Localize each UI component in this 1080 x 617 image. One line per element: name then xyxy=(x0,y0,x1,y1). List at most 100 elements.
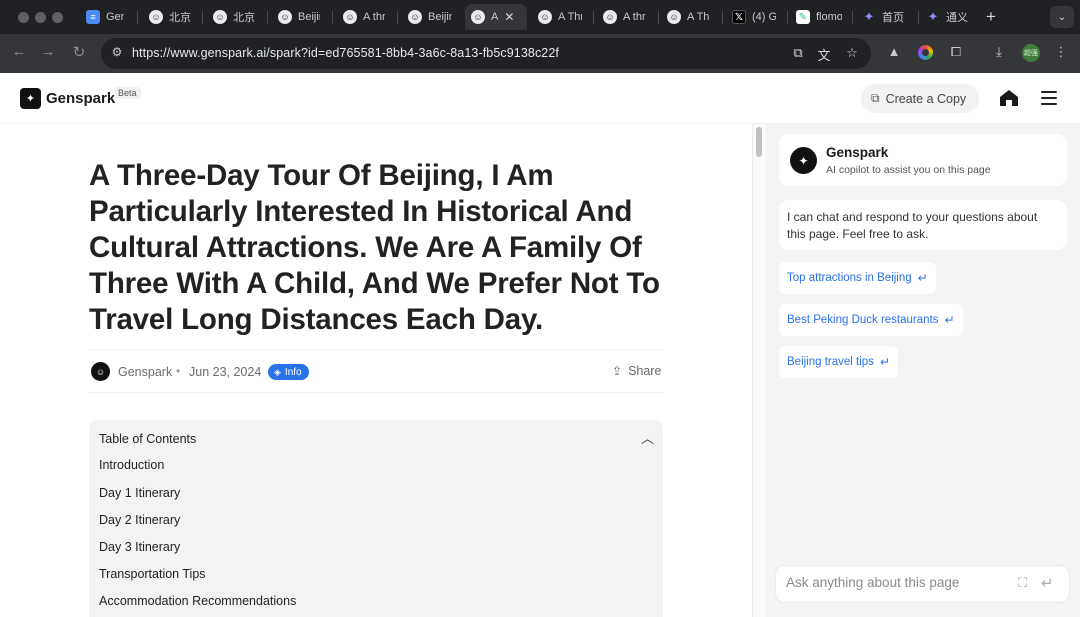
x-icon: 𝕏 xyxy=(732,10,746,24)
browser-tab-strip: ≡ Gens ☺ 北京三 ☺ 北京三 ☺ Beijin ☺ A thre ☺ B… xyxy=(0,0,1080,34)
genspark-icon: ☺ xyxy=(667,10,681,24)
info-badge[interactable]: ◈ Info xyxy=(268,364,309,380)
extension-triangle-icon[interactable]: ▲ xyxy=(885,44,903,59)
forward-arrow-icon[interactable]: → xyxy=(38,43,58,60)
copilot-message: I can chat and respond to your questions… xyxy=(779,200,1067,250)
scrollbar-thumb[interactable] xyxy=(756,127,762,157)
genspark-icon: ☺ xyxy=(278,10,292,24)
ask-input-box: ⛶ ↵ xyxy=(775,565,1070,603)
share-icon: ⇪ xyxy=(612,364,623,378)
browser-tab[interactable]: ☺ Beijin xyxy=(402,4,458,30)
bookmark-star-icon[interactable]: ☆ xyxy=(843,45,861,61)
address-bar[interactable]: ⚙ https://www.genspark.ai/spark?id=ed765… xyxy=(101,38,871,69)
tab-title: A thre xyxy=(363,11,385,23)
suggestion-chip[interactable]: Beijing travel tips ↵ xyxy=(779,346,898,378)
share-button[interactable]: ⇪ Share xyxy=(612,364,661,378)
browser-tab[interactable]: ☺ Beijin xyxy=(272,4,326,30)
site-settings-icon[interactable]: ⚙ xyxy=(109,45,125,61)
window-close-button[interactable] xyxy=(18,12,29,23)
suggestion-label: Top attractions in Beijing xyxy=(787,272,912,284)
tab-title: A thr xyxy=(623,11,646,23)
suggestion-label: Best Peking Duck restaurants xyxy=(787,314,939,326)
toc-item[interactable]: Day 1 Itinerary xyxy=(99,486,180,500)
browser-tab[interactable]: ☺ A thre xyxy=(337,4,391,30)
copy-icon: ⧉ xyxy=(871,91,880,105)
browser-tab-active[interactable]: ☺ A ✕ xyxy=(465,4,527,30)
suggestion-label: Beijing travel tips xyxy=(787,356,874,368)
info-badge-label: Info xyxy=(284,366,302,378)
browser-tab[interactable]: ✦ 通义 xyxy=(920,4,978,30)
tab-title: 通义 xyxy=(946,12,968,24)
tab-title: 北京三 xyxy=(233,12,255,24)
article-meta: ☺ Genspark • Jun 23, 2024 ◈ Info ⇪ Share xyxy=(89,349,663,393)
window-zoom-button[interactable] xyxy=(52,12,63,23)
url-text[interactable]: https://www.genspark.ai/spark?id=ed76558… xyxy=(132,46,559,60)
window-minimize-button[interactable] xyxy=(35,12,46,23)
chevron-up-icon[interactable]: ︿ xyxy=(641,428,654,447)
tab-title: A Th xyxy=(687,11,710,23)
color-extension-icon[interactable] xyxy=(918,45,933,60)
browser-tab[interactable]: ☺ 北京三 xyxy=(143,4,197,30)
genspark-icon: ☺ xyxy=(538,10,552,24)
article-title: A Three-Day Tour Of Beijing, I Am Partic… xyxy=(89,159,660,336)
toc-item[interactable]: Day 3 Itinerary xyxy=(99,540,180,554)
browser-tab[interactable]: ☺ A Thr xyxy=(532,4,588,30)
browser-tab[interactable]: ≡ Gens xyxy=(80,4,130,30)
site-header: ✦ Genspark Beta ⧉ Create a Copy xyxy=(0,73,1080,124)
tab-title: Beijin xyxy=(428,11,452,23)
share-label: Share xyxy=(628,364,662,378)
doc-icon: ≡ xyxy=(86,10,100,24)
table-of-contents: Table of Contents ︿ Introduction Day 1 I… xyxy=(89,420,663,617)
browser-tab[interactable]: ☺ 北京三 xyxy=(207,4,261,30)
copilot-panel: ✦ Genspark AI copilot to assist you on t… xyxy=(765,124,1080,617)
genspark-logo-icon[interactable]: ✦ xyxy=(20,88,41,109)
home-icon[interactable] xyxy=(999,89,1019,107)
genspark-icon: ☺ xyxy=(408,10,422,24)
download-icon[interactable]: ⤓ xyxy=(990,44,1008,60)
toc-item[interactable]: Transportation Tips xyxy=(99,567,206,581)
back-arrow-icon[interactable]: ← xyxy=(9,43,29,60)
profile-avatar[interactable]: 超强 xyxy=(1022,44,1040,62)
copilot-name: Genspark xyxy=(826,145,889,160)
toc-item[interactable]: Accommodation Recommendations xyxy=(99,594,296,608)
author-avatar: ☺ xyxy=(91,362,110,381)
brand-name[interactable]: Genspark xyxy=(46,90,115,107)
copilot-header-card: ✦ Genspark AI copilot to assist you on t… xyxy=(779,134,1067,186)
send-enter-icon[interactable]: ↵ xyxy=(1041,574,1054,592)
tab-title: flomo xyxy=(816,11,842,23)
genspark-logo-icon: ✦ xyxy=(790,147,817,174)
browser-tab[interactable]: ☺ A Th xyxy=(661,4,717,30)
tab-title: Beijin xyxy=(298,11,320,23)
beta-badge: Beta xyxy=(114,87,141,99)
new-tab-button[interactable]: + xyxy=(986,7,996,27)
enter-arrow-icon: ↵ xyxy=(879,355,890,369)
tab-title: Gens xyxy=(106,11,124,23)
author-name[interactable]: Genspark xyxy=(118,365,172,379)
genspark-icon: ☺ xyxy=(603,10,617,24)
flomo-icon: ✎ xyxy=(796,10,810,24)
article-content: A Three-Day Tour Of Beijing, I Am Partic… xyxy=(0,124,752,617)
ask-input[interactable] xyxy=(786,575,1006,590)
shield-icon: ◈ xyxy=(274,366,281,377)
expand-icon[interactable]: ⛶ xyxy=(1018,575,1027,591)
reload-icon[interactable]: ↻ xyxy=(69,43,89,61)
close-icon[interactable]: ✕ xyxy=(504,10,514,24)
create-copy-button[interactable]: ⧉ Create a Copy xyxy=(861,84,979,113)
suggestion-chip[interactable]: Top attractions in Beijing ↵ xyxy=(779,262,936,294)
copilot-subtitle: AI copilot to assist you on this page xyxy=(826,164,991,176)
translate-icon[interactable]: 文 xyxy=(815,45,833,64)
genspark-icon: ☺ xyxy=(471,10,485,24)
browser-tab[interactable]: ☺ A thr xyxy=(597,4,653,30)
hamburger-menu-icon[interactable] xyxy=(1041,91,1057,105)
install-app-icon[interactable]: ⧉ xyxy=(789,45,807,61)
toc-item[interactable]: Day 2 Itinerary xyxy=(99,513,180,527)
browser-tab[interactable]: ✦ 首页 xyxy=(856,4,914,30)
more-menu-icon[interactable]: ⋮ xyxy=(1052,44,1070,60)
suggestion-chip[interactable]: Best Peking Duck restaurants ↵ xyxy=(779,304,963,336)
article-scrollbar[interactable] xyxy=(752,124,764,617)
extensions-puzzle-icon[interactable]: ⧠ xyxy=(947,44,965,60)
toc-item[interactable]: Introduction xyxy=(99,458,164,472)
browser-tab[interactable]: ✎ flomo xyxy=(790,4,848,30)
browser-tab[interactable]: 𝕏 (4) G xyxy=(726,4,782,30)
tab-search-chevron-icon[interactable]: ⌄ xyxy=(1050,6,1074,28)
